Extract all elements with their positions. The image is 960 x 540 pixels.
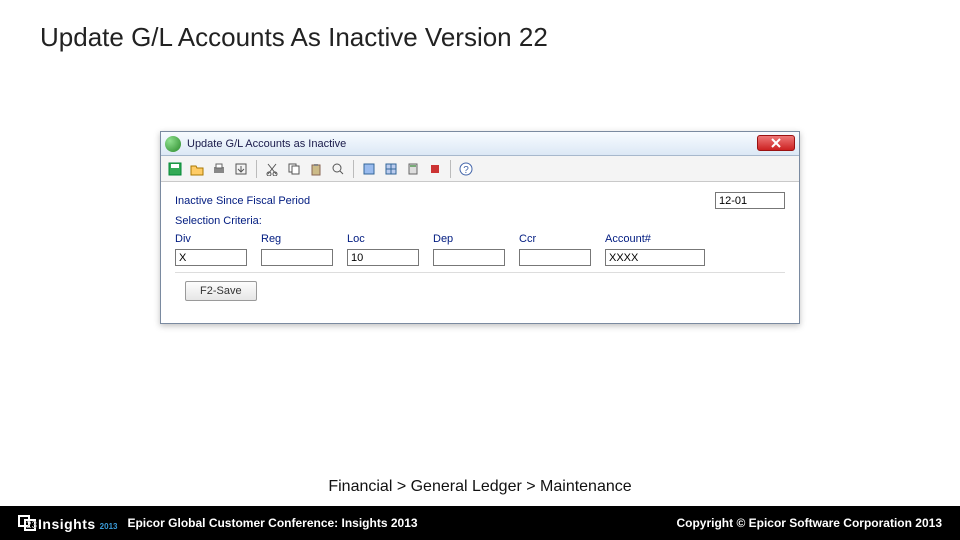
inactive-since-label: Inactive Since Fiscal Period [175,195,715,207]
window-titlebar: Update G/L Accounts as Inactive [161,132,799,156]
close-button[interactable] [757,135,795,151]
grid1-icon[interactable] [359,159,379,179]
slide-footer: Insights 2013 Epicor Global Customer Con… [0,506,960,540]
calc-icon[interactable] [403,159,423,179]
print-icon[interactable] [209,159,229,179]
logo-word: Insights [38,516,96,532]
col-header-div: Div [175,233,247,247]
criteria-columns: Div Reg Loc Dep [175,233,785,266]
window-title: Update G/L Accounts as Inactive [187,138,346,150]
slide-title: Update G/L Accounts As Inactive Version … [0,0,960,61]
copy-icon[interactable] [284,159,304,179]
copyright-label: Copyright © Epicor Software Corporation … [676,516,942,530]
div-input[interactable] [175,249,247,266]
toolbar-separator [256,160,257,178]
loc-input[interactable] [347,249,419,266]
col-header-account: Account# [605,233,705,247]
search-icon[interactable] [328,159,348,179]
open-icon[interactable] [187,159,207,179]
save-icon[interactable] [165,159,185,179]
breadcrumb: Financial > General Ledger > Maintenance [0,478,960,506]
app-icon [165,136,181,152]
col-header-dep: Dep [433,233,505,247]
col-header-reg: Reg [261,233,333,247]
paste-icon[interactable] [306,159,326,179]
app-window: Update G/L Accounts as Inactive [160,131,800,324]
toolbar-separator [353,160,354,178]
logo-year: 2013 [100,522,118,531]
export-icon[interactable] [231,159,251,179]
help-icon[interactable]: ? [456,159,476,179]
col-header-ccr: Ccr [519,233,591,247]
col-header-loc: Loc [347,233,419,247]
selection-criteria-label: Selection Criteria: [175,215,262,227]
account-input[interactable] [605,249,705,266]
form-body: Inactive Since Fiscal Period Selection C… [161,182,799,323]
svg-text:?: ? [463,165,469,176]
conference-label: Epicor Global Customer Conference: Insig… [127,516,417,530]
dep-input[interactable] [433,249,505,266]
page-number: 23 [26,520,37,531]
stop-icon[interactable] [425,159,445,179]
reg-input[interactable] [261,249,333,266]
close-icon [771,138,781,148]
f2-save-button[interactable]: F2-Save [185,281,257,301]
toolbar: ? [161,156,799,182]
content-area: Update G/L Accounts as Inactive [0,61,960,478]
fiscal-period-input[interactable] [715,192,785,209]
grid2-icon[interactable] [381,159,401,179]
cut-icon[interactable] [262,159,282,179]
ccr-input[interactable] [519,249,591,266]
toolbar-separator [450,160,451,178]
